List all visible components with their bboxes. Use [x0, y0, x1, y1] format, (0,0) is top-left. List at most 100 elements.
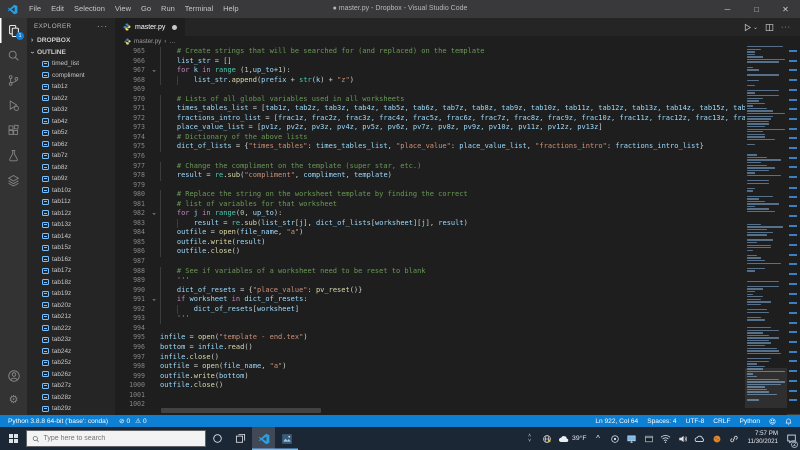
menu-run[interactable]: Run	[156, 0, 180, 18]
outline-item-tab18z[interactable]: tab18z	[27, 277, 115, 289]
outline-item-tab25z[interactable]: tab25z	[27, 357, 115, 369]
menu-view[interactable]: View	[110, 0, 136, 18]
code-line-969[interactable]: 969	[115, 85, 745, 95]
settings-gear-icon[interactable]: ⚙	[0, 388, 27, 413]
outline-item-tab9z[interactable]: tab9z	[27, 173, 115, 185]
code-line-983[interactable]: 983 result = re.sub(list_str[j], dict_of…	[115, 218, 745, 229]
fold-chevron-icon[interactable]: ›	[147, 295, 160, 305]
run-python-file-button[interactable]: ⌄	[743, 23, 758, 32]
code-line-977[interactable]: 977 # Change the compliment on the templ…	[115, 161, 745, 172]
layers-icon[interactable]	[0, 168, 27, 193]
code-line-966[interactable]: 966 list_str = []	[115, 56, 745, 67]
tray-target-button[interactable]	[606, 427, 623, 450]
tray-browser-button[interactable]	[538, 427, 555, 450]
menu-help[interactable]: Help	[218, 0, 243, 18]
outline-item-tab24z[interactable]: tab24z	[27, 346, 115, 358]
start-button[interactable]	[0, 427, 26, 450]
tray-volume-button[interactable]	[674, 427, 691, 450]
horizontal-scrollbar[interactable]	[161, 408, 321, 413]
code-line-967[interactable]: 967 › for k in range (1,up_to+1):	[115, 66, 745, 76]
taskbar-clock[interactable]: 7:57 PM 11/30/2021	[742, 427, 783, 450]
outline-item-tab20z[interactable]: tab20z	[27, 300, 115, 312]
weather-widget[interactable]: 39°F	[555, 427, 589, 450]
search-input[interactable]	[43, 435, 200, 442]
outline-item-tab17z[interactable]: tab17z	[27, 265, 115, 277]
outline-item-tab23z[interactable]: tab23z	[27, 334, 115, 346]
outline-item-tab10z[interactable]: tab10z	[27, 185, 115, 197]
maximize-button[interactable]: □	[742, 0, 771, 18]
code-line-993[interactable]: 993 '''	[115, 314, 745, 324]
outline-item-tab28z[interactable]: tab28z	[27, 392, 115, 404]
menu-edit[interactable]: Edit	[46, 0, 69, 18]
extensions-icon[interactable]	[0, 118, 27, 143]
outline-item-timed_list[interactable]: timed_list	[27, 58, 115, 70]
outline-item-tab29z[interactable]: tab29z	[27, 403, 115, 415]
code-line-991[interactable]: 991 › if worksheet in dict_of_resets:	[115, 295, 745, 305]
testing-icon[interactable]	[0, 143, 27, 168]
tray-network-button[interactable]	[657, 427, 674, 450]
minimap-slider[interactable]	[745, 368, 787, 408]
minimize-button[interactable]: ─	[713, 0, 742, 18]
outline-item-tab11z[interactable]: tab11z	[27, 196, 115, 208]
code-line-986[interactable]: 986 outfile.close()	[115, 247, 745, 258]
feedback-icon[interactable]	[769, 417, 776, 425]
outline-item-tab6z[interactable]: tab6z	[27, 139, 115, 151]
section-dropbox[interactable]: › DROPBOX	[27, 34, 115, 46]
code-line-987[interactable]: 987	[115, 257, 745, 267]
code-line-999[interactable]: 999 outfile.write(bottom)	[115, 372, 745, 382]
tray-display-button[interactable]	[623, 427, 640, 450]
outline-item-tab30z[interactable]: tab30z	[27, 415, 115, 416]
code-line-985[interactable]: 985 outfile.write(result)	[115, 237, 745, 248]
language-mode-status[interactable]: Python	[739, 418, 760, 425]
show-hidden-icons-button[interactable]: ^	[589, 427, 606, 450]
explorer-more-actions-icon[interactable]: ···	[97, 22, 108, 31]
taskbar-photos-button[interactable]	[275, 427, 298, 450]
tray-onedrive-button[interactable]	[691, 427, 708, 450]
tray-link-button[interactable]	[725, 427, 742, 450]
tray-security-button[interactable]	[708, 427, 725, 450]
source-control-icon[interactable]	[0, 68, 27, 93]
explorer-icon[interactable]: 1	[0, 18, 27, 43]
outline-item-tab1z[interactable]: tab1z	[27, 81, 115, 93]
menu-selection[interactable]: Selection	[69, 0, 110, 18]
code-line-996[interactable]: 996 bottom = infile.read()	[115, 343, 745, 353]
tray-expand-button[interactable]: ˄ ˅	[521, 427, 538, 450]
outline-item-tab2z[interactable]: tab2z	[27, 93, 115, 105]
notifications-bell-icon[interactable]	[785, 418, 792, 425]
tab-master-py[interactable]: master.py	[115, 18, 186, 36]
code-line-972[interactable]: 972 fractions_intro_list = [frac1z, frac…	[115, 113, 745, 124]
code-line-988[interactable]: 988 # See if variables of a worksheet ne…	[115, 266, 745, 277]
code-line-975[interactable]: 975 dict_of_lists = {"times_tables": tim…	[115, 142, 745, 153]
outline-item-tab4z[interactable]: tab4z	[27, 116, 115, 128]
taskbar-vscode-button[interactable]	[252, 427, 275, 450]
code-line-968[interactable]: 968 list_str.append(prefix + str(k) + "z…	[115, 75, 745, 86]
code-line-989[interactable]: 989 '''	[115, 276, 745, 286]
minimap[interactable]	[745, 46, 787, 415]
code-line-980[interactable]: 980 # Replace the string on the workshee…	[115, 190, 745, 200]
outline-item-tab19z[interactable]: tab19z	[27, 288, 115, 300]
code-line-971[interactable]: 971 times_tables_list = [tab1z, tab2z, t…	[115, 104, 745, 114]
code-line-998[interactable]: 998 outfile = open(file_name, "a")	[115, 362, 745, 372]
vertical-scrollbar[interactable]	[787, 414, 800, 415]
problems-status[interactable]: ⊘ 0 ⚠ 0	[119, 417, 147, 426]
code-line-994[interactable]: 994	[115, 324, 745, 334]
outline-item-tab16z[interactable]: tab16z	[27, 254, 115, 266]
run-and-debug-icon[interactable]	[0, 93, 27, 118]
outline-item-tab27z[interactable]: tab27z	[27, 380, 115, 392]
eol-status[interactable]: CRLF	[713, 418, 730, 425]
code-editor[interactable]: 965 # Create strings that will be search…	[115, 46, 800, 415]
code-line-979[interactable]: 979	[115, 181, 745, 191]
outline-item-tab26z[interactable]: tab26z	[27, 369, 115, 381]
account-icon[interactable]	[0, 363, 27, 388]
cursor-position-status[interactable]: Ln 922, Col 64	[595, 418, 638, 425]
cortana-button[interactable]	[206, 427, 229, 450]
action-center-button[interactable]: 2	[783, 427, 800, 450]
section-outline[interactable]: › OUTLINE	[27, 46, 115, 58]
code-line-1001[interactable]: 1001	[115, 391, 745, 401]
task-view-button[interactable]	[229, 427, 252, 450]
outline-item-tab8z[interactable]: tab8z	[27, 162, 115, 174]
close-button[interactable]: ✕	[771, 0, 800, 18]
code-line-976[interactable]: 976	[115, 152, 745, 162]
outline-item-compliment[interactable]: compliment	[27, 70, 115, 82]
outline-item-tab21z[interactable]: tab21z	[27, 311, 115, 323]
